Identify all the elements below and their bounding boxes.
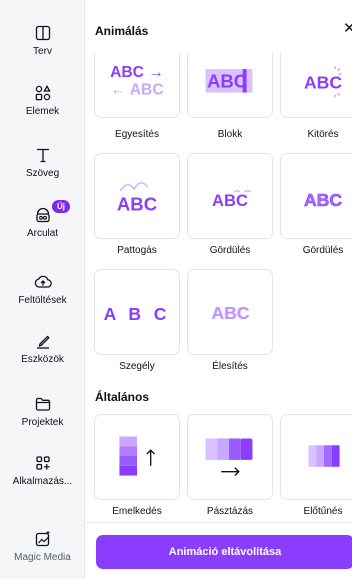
svg-text:ABC: ABC [304, 190, 342, 210]
svg-text:A B C: A B C [104, 304, 171, 324]
tile-label: Gördülés [209, 245, 251, 256]
gordules-preview: ABC [281, 154, 352, 238]
text-icon [36, 148, 49, 163]
sidebar-item-label: Terv [33, 46, 52, 57]
sidebar-item-projektek[interactable]: Projektek [0, 395, 85, 428]
sidebar-rail: Terv Elemek Szöveg Új Arculat Feltöltése… [0, 0, 85, 579]
svg-text:ABC: ABC [207, 71, 247, 92]
sidebar-item-feltoltesek[interactable]: Feltöltések [0, 273, 85, 306]
svg-text:ABC: ABC [117, 194, 157, 215]
brand-icon [35, 207, 50, 223]
animation-tile-gordules-2[interactable]: ABC [280, 153, 352, 239]
elotunes-preview [281, 415, 352, 499]
section-title-altalanos: Általános [95, 390, 150, 404]
tile-label: Élesítés [212, 361, 248, 372]
sidebar-item-terv[interactable]: Terv [0, 24, 85, 57]
remove-animation-button[interactable]: Animáció eltávolítása [96, 535, 352, 569]
panel-header: Animálás ✕ [85, 0, 352, 52]
animation-tile-pattogas[interactable]: ABC [94, 153, 180, 239]
tile-label: Egyesítés [115, 129, 159, 140]
gordules-preview: ABC [188, 154, 272, 238]
tile-label: Pattogás [117, 245, 157, 256]
layout-icon [35, 25, 50, 41]
animation-tile-gordules-1[interactable]: ABC [187, 153, 273, 239]
tile-label: Pásztázás [206, 506, 254, 517]
tile-label: Emelkedés [112, 506, 162, 517]
sidebar-item-label: Szöveg [25, 168, 60, 179]
tile-label: Blokk [217, 129, 243, 140]
animation-tile-elesites[interactable]: ABC ABC [187, 269, 273, 355]
draw-icon [36, 335, 50, 349]
tile-label: Kitörés [307, 129, 339, 140]
animation-tile-elotunes[interactable] [280, 414, 352, 500]
svg-text:ABC: ABC [212, 303, 250, 323]
svg-text:ABC: ABC [304, 73, 342, 93]
animation-tile-pasztazas[interactable] [187, 414, 273, 500]
sidebar-item-eszkozok[interactable]: Eszközök [0, 332, 85, 365]
folder-icon [35, 397, 50, 411]
sidebar-item-arculat[interactable]: Új Arculat [0, 200, 85, 239]
sidebar-item-label: Feltöltések [18, 295, 67, 306]
magic-media-icon [35, 531, 49, 547]
apps-icon [35, 456, 50, 470]
tile-label: Gördülés [302, 245, 344, 256]
szegely-preview: A B C [95, 270, 179, 354]
sidebar-item-label: Alkalmazás... [12, 476, 73, 487]
emelkedes-preview [95, 415, 179, 499]
svg-text:← ABC: ← ABC [110, 82, 163, 99]
sidebar-item-alkalmazasok[interactable]: Alkalmazás... [0, 454, 85, 487]
tile-label: Előtűnés [303, 506, 343, 517]
pattogas-preview: ABC [95, 154, 179, 238]
upload-icon [34, 275, 52, 288]
sidebar-item-label: Elemek [25, 106, 60, 117]
animation-panel: ABC → ← ABC Egyesítés ABC Blokk ABC Kitö… [85, 0, 352, 579]
shapes-icon [35, 84, 51, 101]
panel-title: Animálás [95, 24, 149, 38]
sidebar-item-label: Arculat [26, 228, 59, 239]
sidebar-item-label: Projektek [21, 417, 64, 428]
elesites-preview: ABC ABC [188, 270, 272, 354]
sidebar-item-szoveg[interactable]: Szöveg [0, 146, 85, 179]
svg-text:ABC: ABC [212, 191, 248, 210]
pasztazas-preview [188, 415, 272, 499]
sidebar-item-magic-media[interactable]: Magic Media [0, 530, 85, 563]
sidebar-item-label: Eszközök [21, 354, 64, 365]
sidebar-item-label: Magic Media [14, 552, 71, 563]
svg-text:ABC →: ABC → [110, 64, 164, 81]
animation-tile-szegely[interactable]: A B C [94, 269, 180, 355]
sidebar-item-elemek[interactable]: Elemek [0, 84, 85, 117]
tile-label: Szegély [119, 361, 155, 372]
animation-tile-emelkedes[interactable] [94, 414, 180, 500]
new-badge: Új [52, 200, 70, 213]
close-icon[interactable]: ✕ [343, 21, 352, 37]
